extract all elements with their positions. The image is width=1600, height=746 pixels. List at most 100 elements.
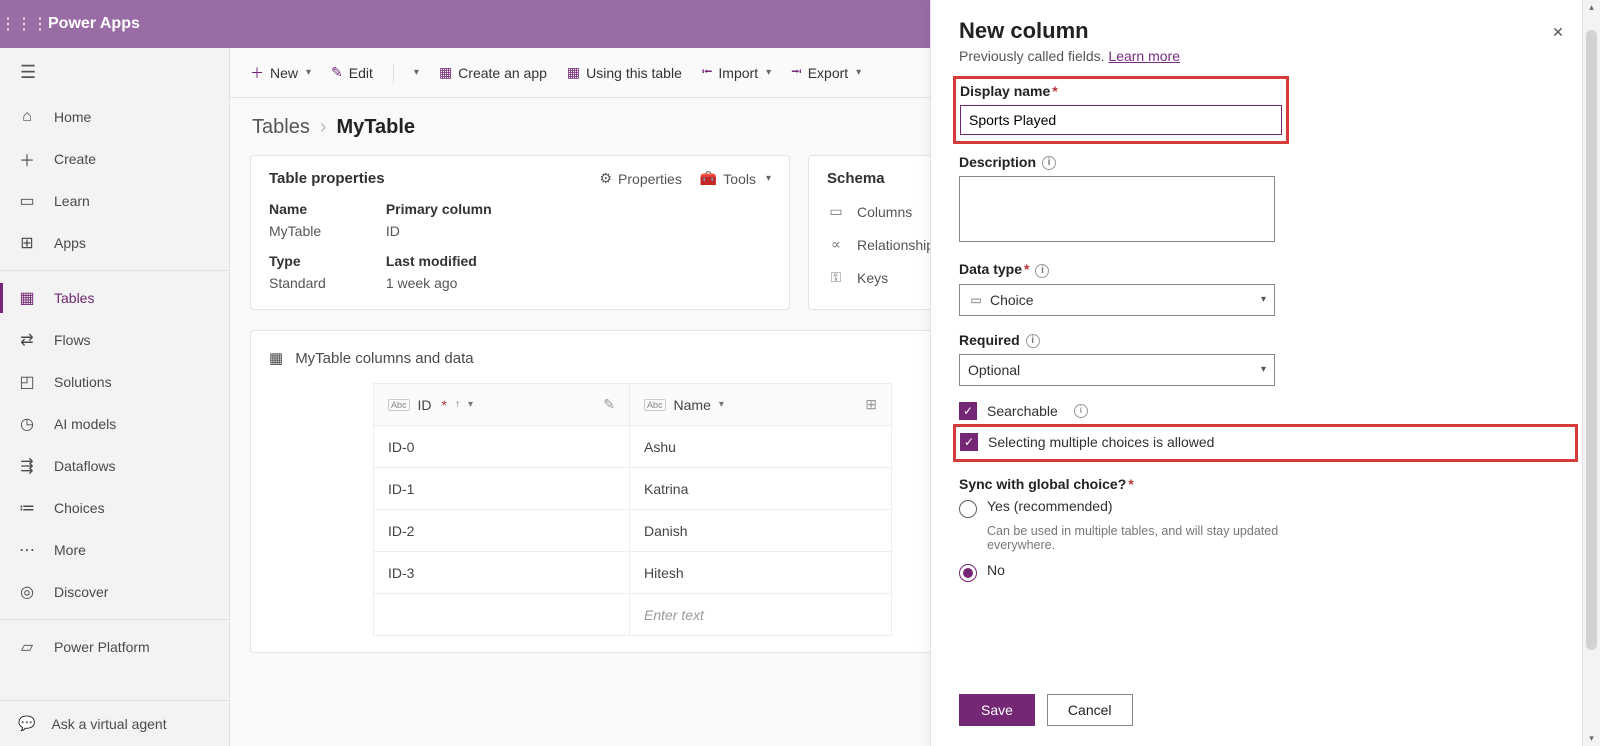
sync-no-radio[interactable]: No (959, 562, 1379, 582)
edit-button[interactable]: ✎Edit (331, 64, 373, 81)
table-row[interactable]: ID-3Hitesh (374, 552, 892, 594)
highlight-multi-choice: ✓ Selecting multiple choices is allowed (953, 424, 1578, 462)
breadcrumb-root[interactable]: Tables (252, 116, 310, 139)
new-column-panel: New column Previously called fields. Lea… (930, 0, 1600, 746)
prop-primary-value: ID (386, 223, 492, 239)
properties-button[interactable]: ⚙Properties (599, 170, 681, 187)
sidebar-item-label: Power Platform (54, 639, 150, 655)
choice-icon: ▭ (968, 293, 984, 307)
drawer-subtitle: Previously called fields. Learn more (959, 48, 1180, 64)
new-button[interactable]: ＋New▾ (250, 63, 311, 83)
sidebar-item-learn[interactable]: ▭Learn (0, 180, 229, 222)
using-this-table-button[interactable]: ▦Using this table (567, 64, 682, 81)
dataflow-icon: ⇶ (18, 456, 36, 476)
tools-button[interactable]: 🧰Tools▾ (700, 170, 771, 187)
sidebar: ☰ ⌂Home ＋Create ▭Learn ⊞Apps ▦ Tables ⇄Fl… (0, 48, 230, 746)
sidebar-item-label: Discover (54, 584, 108, 600)
scroll-thumb[interactable] (1586, 30, 1597, 650)
sidebar-item-discover[interactable]: ◎Discover (0, 571, 229, 613)
chevron-down-icon[interactable]: ▾ (414, 67, 419, 78)
radio-icon (959, 564, 977, 582)
page-scrollbar[interactable]: ▴ ▾ (1582, 0, 1600, 746)
book-icon: ▭ (18, 191, 36, 211)
multi-choice-checkbox[interactable]: ✓ Selecting multiple choices is allowed (960, 433, 1571, 451)
info-icon[interactable]: i (1035, 264, 1049, 278)
sidebar-item-label: Solutions (54, 374, 112, 390)
sidebar-item-label: Dataflows (54, 458, 115, 474)
more-icon: ⋯ (18, 540, 36, 560)
ask-virtual-agent[interactable]: 💬Ask a virtual agent (0, 700, 229, 746)
key-icon: ⚿ (827, 269, 845, 286)
cancel-button[interactable]: Cancel (1047, 694, 1133, 726)
table-row[interactable]: ID-0Ashu (374, 426, 892, 468)
column-header-id[interactable]: Abc ID* ↑ ▾ ✎ (374, 384, 630, 426)
sidebar-item-flows[interactable]: ⇄Flows (0, 319, 229, 361)
table-properties-panel: Table properties ⚙Properties 🧰Tools▾ Nam… (250, 155, 790, 310)
datatype-label: Data type*i (959, 261, 1275, 277)
sidebar-item-ai-models[interactable]: ◷AI models (0, 403, 229, 445)
sidebar-item-label: Choices (54, 500, 105, 516)
text-type-icon: Abc (388, 399, 410, 411)
import-icon: ⭰ (702, 61, 713, 85)
sidebar-item-more[interactable]: ⋯More (0, 529, 229, 571)
column-header-name[interactable]: Abc Name ▾ ⊞ (630, 384, 892, 426)
datatype-select[interactable]: ▭Choice ▾ (959, 284, 1275, 316)
required-label: Requiredi (959, 332, 1275, 348)
sidebar-item-solutions[interactable]: ◰Solutions (0, 361, 229, 403)
export-button[interactable]: ⭲Export▾ (791, 61, 861, 85)
waffle-icon[interactable]: ⋮⋮⋮ (0, 14, 48, 34)
required-select[interactable]: Optional ▾ (959, 354, 1275, 386)
table-icon: ▦ (18, 288, 36, 308)
brand-title: Power Apps (48, 15, 140, 33)
pencil-icon: ✎ (331, 64, 343, 81)
grid-icon: ▦ (269, 349, 283, 367)
display-name-label: Display name* (960, 83, 1282, 99)
plus-icon: ＋ (18, 147, 36, 171)
learn-more-link[interactable]: Learn more (1108, 48, 1180, 64)
hamburger-button[interactable]: ☰ (0, 48, 229, 96)
sidebar-item-power-platform[interactable]: ▱ Power Platform (0, 626, 229, 668)
relation-icon: ∝ (827, 236, 845, 253)
display-name-input[interactable] (960, 105, 1282, 135)
table-new-row[interactable]: Enter text (374, 594, 892, 636)
sidebar-item-create[interactable]: ＋Create (0, 138, 229, 180)
sidebar-item-apps[interactable]: ⊞Apps (0, 222, 229, 264)
create-app-button[interactable]: ▦Create an app (439, 64, 547, 81)
chevron-down-icon: ▾ (306, 67, 311, 78)
searchable-checkbox[interactable]: ✓ Searchable i (959, 402, 1572, 420)
import-button[interactable]: ⭰Import▾ (702, 61, 771, 85)
description-input[interactable] (959, 176, 1275, 242)
table-icon: ▦ (567, 64, 580, 81)
home-icon: ⌂ (18, 108, 36, 126)
sync-yes-radio[interactable]: Yes (recommended) (959, 498, 1379, 518)
sidebar-item-choices[interactable]: ≔Choices (0, 487, 229, 529)
sync-label: Sync with global choice?* (959, 476, 1379, 492)
columns-icon: ▭ (827, 203, 845, 220)
pencil-icon[interactable]: ✎ (603, 396, 615, 413)
prop-name-label: Name (269, 201, 326, 217)
export-icon: ⭲ (791, 61, 802, 85)
plus-icon: ＋ (250, 63, 264, 83)
apps-icon: ⊞ (18, 233, 36, 253)
info-icon[interactable]: i (1074, 404, 1088, 418)
sidebar-item-home[interactable]: ⌂Home (0, 96, 229, 138)
column-menu-icon[interactable]: ⊞ (865, 396, 877, 413)
prop-name-value: MyTable (269, 223, 326, 239)
chevron-down-icon: ▾ (766, 173, 771, 184)
sidebar-item-label: Tables (54, 290, 94, 306)
table-row[interactable]: ID-1Katrina (374, 468, 892, 510)
table-row[interactable]: ID-2Danish (374, 510, 892, 552)
save-button[interactable]: Save (959, 694, 1035, 726)
power-platform-icon: ▱ (18, 637, 36, 657)
info-icon[interactable]: i (1026, 334, 1040, 348)
scroll-up-icon[interactable]: ▴ (1583, 2, 1600, 13)
close-button[interactable]: ✕ (1544, 18, 1572, 46)
sidebar-item-tables[interactable]: ▦ Tables (0, 277, 229, 319)
ai-icon: ◷ (18, 414, 36, 434)
sidebar-item-dataflows[interactable]: ⇶ Dataflows (0, 445, 229, 487)
sidebar-item-label: Flows (54, 332, 91, 348)
info-icon[interactable]: i (1042, 156, 1056, 170)
app-icon: ▦ (439, 64, 452, 81)
scroll-down-icon[interactable]: ▾ (1583, 733, 1600, 744)
chevron-down-icon: ▾ (1261, 294, 1266, 305)
